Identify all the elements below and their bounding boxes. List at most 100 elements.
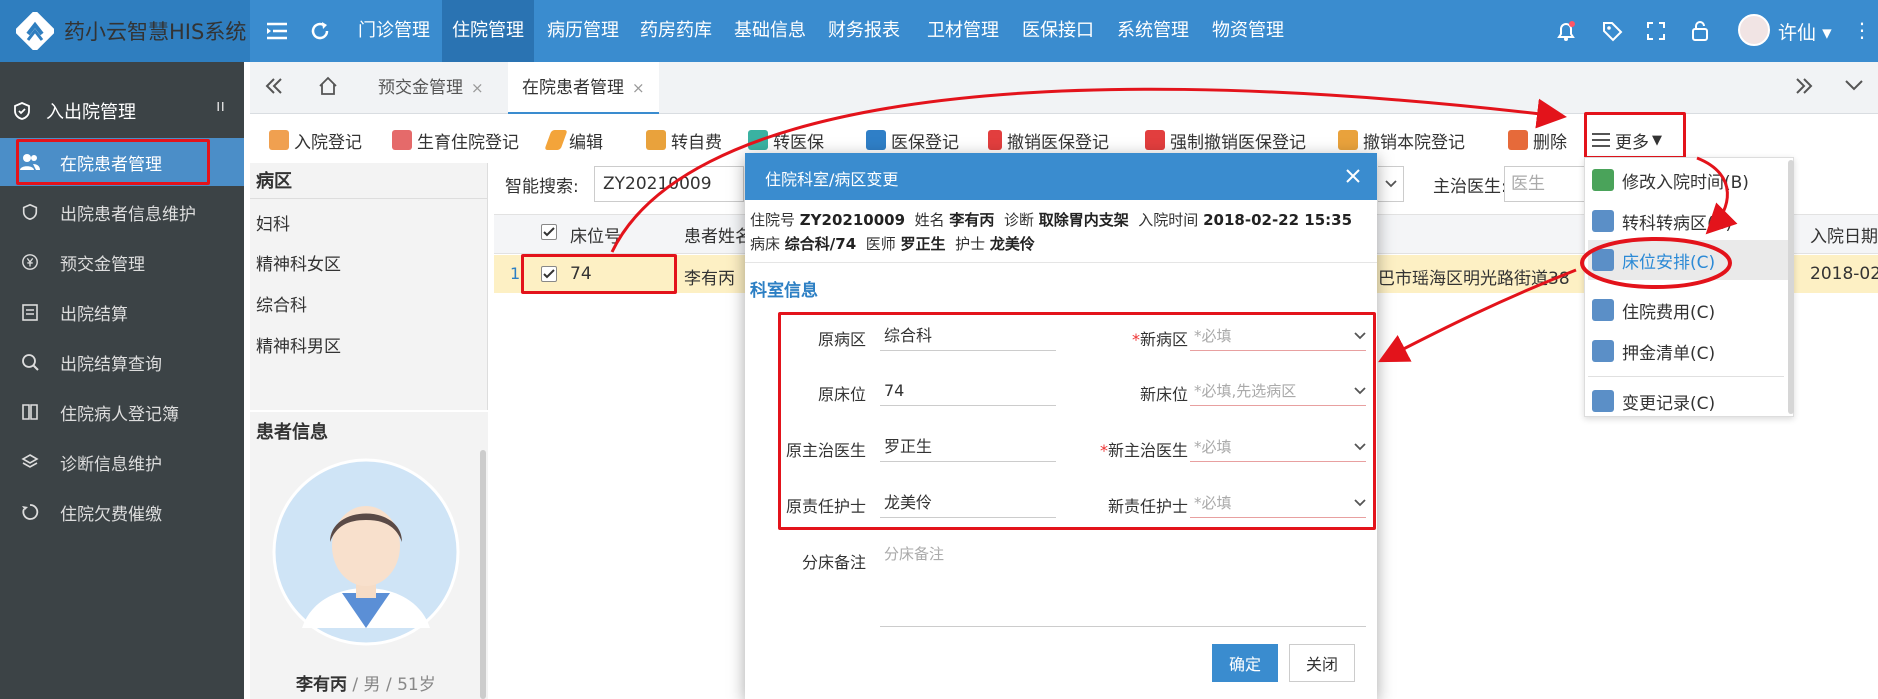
bell-icon[interactable] <box>1552 17 1580 45</box>
insurance-icon <box>748 130 768 150</box>
fullscreen-icon[interactable] <box>1642 17 1670 45</box>
pencil-icon <box>544 130 568 150</box>
nav-finance[interactable]: 财务报表 <box>818 0 910 62</box>
column-header-bed[interactable]: 床位号 <box>570 222 621 247</box>
avatar[interactable] <box>1738 14 1770 46</box>
nav-basic-info[interactable]: 基础信息 <box>724 0 816 62</box>
menu-item-edit-admit-time[interactable]: 修改入院时间(B) <box>1588 160 1788 200</box>
label: 医师 <box>865 235 896 253</box>
nav-records[interactable]: 病历管理 <box>537 0 629 62</box>
scrollbar[interactable] <box>480 450 486 699</box>
cell-name: 李有丙 <box>684 269 735 289</box>
chevron-down-icon[interactable] <box>1844 78 1864 92</box>
user-name: 许仙 <box>1778 22 1817 44</box>
nav-materials[interactable]: 卫材管理 <box>917 0 1009 62</box>
sidebar-item-register-book[interactable]: 住院病人登记簿 <box>0 388 244 436</box>
remark-textarea[interactable]: 分床备注 <box>880 543 1366 627</box>
sidebar-item-label: 出院结算查询 <box>60 354 162 375</box>
to-self-pay-button[interactable]: 转自费 <box>646 120 722 160</box>
label: 诊断 <box>1003 211 1034 229</box>
sidebar-item-discharged-info[interactable]: 出院患者信息维护 <box>0 188 244 236</box>
layers-icon <box>0 453 60 471</box>
scrollbar[interactable] <box>1788 160 1794 414</box>
nav-supplies[interactable]: 物资管理 <box>1202 0 1294 62</box>
sidebar-group[interactable]: 入出院管理 <box>12 98 136 124</box>
chevron-down-icon[interactable] <box>1378 166 1404 202</box>
button-label: 强制撤销医保登记 <box>1170 132 1306 153</box>
recycle-icon <box>0 503 60 521</box>
menu-item-change-log[interactable]: 变更记录(C) <box>1588 381 1788 421</box>
menu-toggle-icon[interactable] <box>263 17 291 45</box>
sidebar-item-arrears[interactable]: 住院欠费催缴 <box>0 488 244 536</box>
sidebar-item-label: 诊断信息维护 <box>60 454 162 475</box>
menu-item-inpatient-fees[interactable]: 住院费用(C) <box>1588 290 1788 330</box>
search-label: 智能搜索: <box>505 177 579 197</box>
divider <box>250 198 488 199</box>
patient-header: 患者信息 <box>256 422 328 443</box>
close-icon[interactable]: × <box>632 79 645 97</box>
button-label: 撤销本院登记 <box>1363 132 1465 153</box>
yen-icon <box>0 253 60 271</box>
user-menu[interactable]: 许仙 ▾ <box>1778 18 1832 45</box>
nav-inpatient[interactable]: 住院管理 <box>442 0 534 62</box>
tab-label: 预交金管理 <box>378 78 463 98</box>
ward-item[interactable]: 妇科 <box>256 210 290 235</box>
menu-item-deposit-list[interactable]: 押金清单(C) <box>1588 331 1788 371</box>
remark-label: 分床备注 <box>801 553 866 572</box>
collapse-handle-icon[interactable]: ıı <box>216 96 225 115</box>
tag-icon[interactable] <box>1598 17 1626 45</box>
save-icon <box>1592 210 1614 232</box>
tab-label: 在院患者管理 <box>522 78 624 98</box>
close-button[interactable]: 关闭 <box>1289 644 1355 682</box>
nav-insurance[interactable]: 医保接口 <box>1012 0 1104 62</box>
menu-item-label: 变更记录(C) <box>1622 393 1716 414</box>
button-label: 生育住院登记 <box>417 132 519 153</box>
maternity-register-button[interactable]: 生育住院登记 <box>392 120 519 160</box>
patient-name: 李有丙 <box>296 675 347 695</box>
shield-check-icon <box>0 203 60 221</box>
tab-deposit[interactable]: 预交金管理 × <box>364 62 498 114</box>
close-icon[interactable] <box>1341 164 1365 188</box>
sidebar-item-settlement[interactable]: 出院结算 <box>0 288 244 336</box>
close-icon[interactable]: × <box>471 79 484 97</box>
edit-button[interactable]: 编辑 <box>544 120 603 160</box>
lock-icon[interactable] <box>1686 17 1714 45</box>
more-vertical-icon[interactable]: ⋮ <box>1852 18 1872 42</box>
bed: 综合科/74 <box>784 235 857 253</box>
sidebar-item-settlement-query[interactable]: 出院结算查询 <box>0 338 244 386</box>
tab-scroll-left-icon[interactable] <box>264 76 284 96</box>
refresh-icon[interactable] <box>306 17 334 45</box>
separator: / <box>380 675 398 695</box>
ward-item[interactable]: 精神科男区 <box>256 332 341 357</box>
admit-register-button[interactable]: 入院登记 <box>269 120 362 160</box>
nav-system[interactable]: 系统管理 <box>1107 0 1199 62</box>
label: 入院时间 <box>1138 211 1199 229</box>
column-header-name[interactable]: 患者姓名 <box>684 222 746 247</box>
menu-item-label: 转科转病区(C) <box>1622 213 1733 234</box>
ward-item[interactable]: 精神科女区 <box>256 250 341 275</box>
app-title: 药小云智慧HIS系统 <box>64 20 247 44</box>
admit-icon <box>269 130 289 150</box>
sidebar-item-label: 出院患者信息维护 <box>60 204 196 225</box>
home-icon[interactable] <box>317 75 339 97</box>
confirm-button[interactable]: 确定 <box>1212 644 1278 682</box>
delete-button[interactable]: 删除 <box>1508 120 1567 160</box>
placeholder: 分床备注 <box>884 545 945 563</box>
save-icon <box>1592 340 1614 362</box>
doctor-input[interactable]: 医生 <box>1504 166 1586 202</box>
column-header-admit-date[interactable]: 入院日期 <box>1810 222 1878 247</box>
sidebar-item-label: 出院结算 <box>60 304 128 325</box>
diagnosis: 取除胃内支架 <box>1038 211 1129 229</box>
tab-scroll-right-icon[interactable] <box>1794 76 1814 96</box>
nav-pharmacy[interactable]: 药房药库 <box>630 0 722 62</box>
sidebar-item-deposit[interactable]: 预交金管理 <box>0 238 244 286</box>
sidebar-item-diagnosis[interactable]: 诊断信息维护 <box>0 438 244 486</box>
nav-outpatient[interactable]: 门诊管理 <box>348 0 440 62</box>
tab-inpatient[interactable]: 在院患者管理 × <box>508 62 659 114</box>
select-all-checkbox[interactable] <box>541 224 557 240</box>
menu-item-transfer-ward[interactable]: 转科转病区(C) <box>1588 201 1788 241</box>
ward-item[interactable]: 综合科 <box>256 291 307 316</box>
sidebar-group-label: 入出院管理 <box>46 102 136 123</box>
book-icon <box>0 403 60 421</box>
search-input[interactable]: ZY20210009 <box>594 166 744 202</box>
